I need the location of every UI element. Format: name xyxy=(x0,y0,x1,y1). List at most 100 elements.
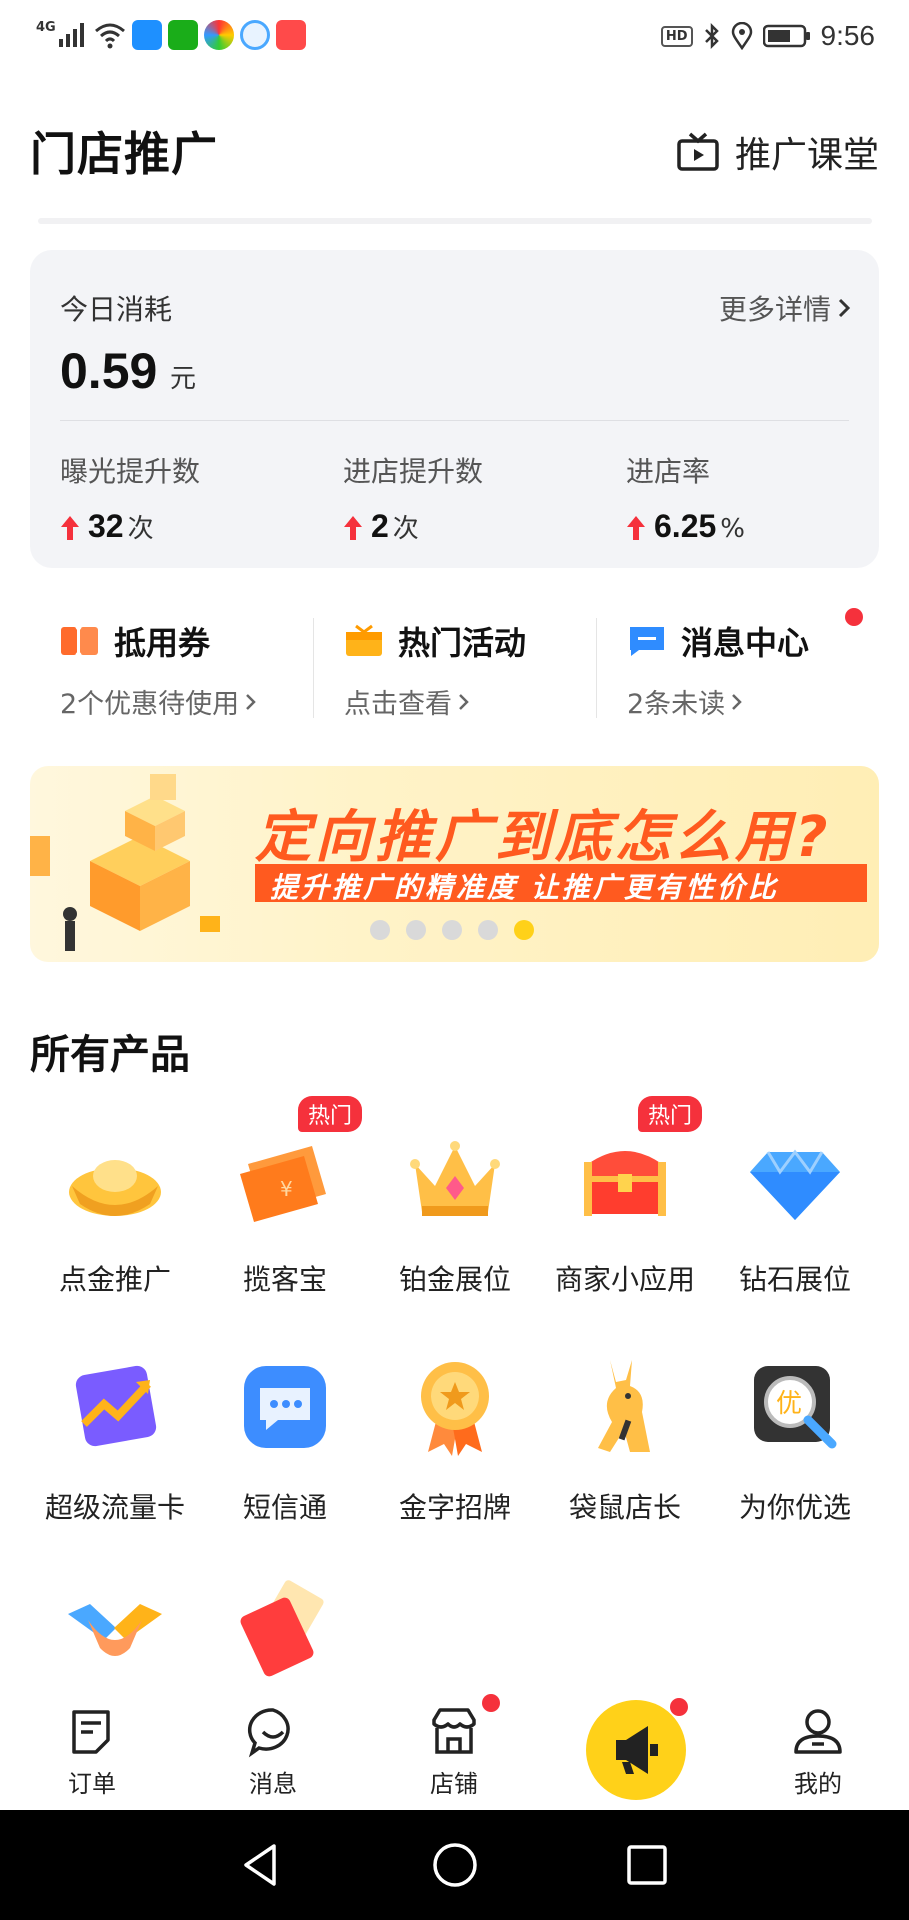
tab-label: 订单 xyxy=(68,1770,116,1798)
product-label: 为你优选 xyxy=(738,1491,851,1524)
tab-mine[interactable]: 我的 xyxy=(758,1706,878,1799)
product-golden-sign[interactable]: 金字招牌 xyxy=(370,1352,540,1526)
quick-link-title: 抵用券 xyxy=(114,624,211,662)
product-label: 商家小应用 xyxy=(554,1263,695,1296)
quick-link-subtitle: 2条未读 xyxy=(627,689,726,720)
promo-banner[interactable]: 定向推广到底怎么用? 提升推广的精准度 让推广更有性价比 xyxy=(30,766,879,962)
notification-dot xyxy=(670,1698,688,1716)
hot-badge: 热门 xyxy=(298,1096,363,1132)
carousel-dot-active[interactable] xyxy=(514,920,534,940)
more-details-link[interactable]: 更多详情 xyxy=(719,288,851,328)
product-partnership[interactable] xyxy=(30,1574,200,1684)
product-sms[interactable]: 短信通 xyxy=(200,1352,370,1526)
app-notification-icon xyxy=(239,20,270,50)
stats-divider xyxy=(60,420,849,421)
profile-icon xyxy=(794,1709,842,1754)
arrow-up-icon xyxy=(344,516,362,540)
message-smile-icon xyxy=(247,1708,290,1758)
wifi-icon xyxy=(94,23,125,49)
back-icon[interactable] xyxy=(236,1840,286,1890)
chat-bubble-icon xyxy=(244,1366,326,1448)
metric-store-visits: 进店提升数 2 次 xyxy=(343,450,483,545)
all-products-title: 所有产品 xyxy=(30,1032,190,1078)
megaphone-icon xyxy=(616,1726,658,1774)
quick-links: 抵用券 2个优惠待使用 热门活动 点击查看 消息中心 2条未读 xyxy=(30,608,879,720)
app-notification-icon xyxy=(203,20,234,50)
classroom-label: 推广课堂 xyxy=(734,135,879,176)
product-super-traffic-card[interactable]: 超级流量卡 xyxy=(30,1352,200,1526)
isometric-boxes-illustration xyxy=(30,774,220,951)
order-icon xyxy=(72,1710,110,1754)
today-spend-label: 今日消耗 xyxy=(60,293,173,326)
product-label: 揽客宝 xyxy=(242,1263,327,1296)
metric-label: 进店提升数 xyxy=(343,455,484,488)
quick-link-hot-activities[interactable]: 热门活动 点击查看 xyxy=(313,618,596,720)
product-mini-app[interactable]: 热门 商家小应用 xyxy=(540,1096,710,1298)
metric-label: 进店率 xyxy=(626,455,711,488)
bottom-tab-bar: 订单 消息 店铺 我的 xyxy=(0,1680,909,1810)
carousel-dot[interactable] xyxy=(406,920,426,940)
product-lankebao[interactable]: ¥ 热门 揽客宝 xyxy=(200,1096,370,1298)
carousel-dot[interactable] xyxy=(478,920,498,940)
carousel-dot[interactable] xyxy=(370,920,390,940)
quick-link-title: 消息中心 xyxy=(681,624,810,662)
header-divider xyxy=(38,218,872,224)
battery-icon xyxy=(762,24,810,48)
carousel-dots xyxy=(370,920,534,940)
status-bar: 4G HD 9:56 xyxy=(0,0,909,76)
product-label: 钻石展位 xyxy=(738,1263,851,1296)
product-zuanshi[interactable]: 钻石展位 xyxy=(710,1124,880,1298)
tab-label: 我的 xyxy=(794,1770,842,1798)
bluetooth-icon xyxy=(704,22,719,50)
quick-link-subtitle: 点击查看 xyxy=(344,689,452,720)
metric-exposure: 曝光提升数 32 次 xyxy=(60,450,200,545)
chevron-right-icon xyxy=(246,693,256,710)
page-title: 门店推广 xyxy=(30,127,218,181)
stats-card: 今日消耗 更多详情 0.59 元 曝光提升数 32 次 进店提升数 2 次 进店… xyxy=(30,250,879,568)
tab-store[interactable]: 店铺 xyxy=(394,1694,514,1799)
metric-visit-rate: 进店率 6.25 % xyxy=(626,450,745,545)
more-details-label: 更多详情 xyxy=(718,293,831,326)
metric-value: 6.25 xyxy=(654,508,717,544)
product-red-envelope[interactable] xyxy=(200,1574,370,1684)
tab-label: 店铺 xyxy=(430,1770,478,1798)
product-dianjin[interactable]: 点金推广 xyxy=(30,1124,200,1298)
treasure-chest-icon xyxy=(584,1151,666,1216)
metric-unit: 次 xyxy=(392,514,419,544)
quick-link-coupons[interactable]: 抵用券 2个优惠待使用 xyxy=(30,618,313,720)
product-label: 袋鼠店长 xyxy=(568,1491,681,1524)
app-notification-icon xyxy=(131,20,162,50)
product-curated-for-you[interactable]: 优 为你优选 xyxy=(710,1352,880,1526)
magnifier-icon: 优 xyxy=(754,1366,837,1449)
product-bojin[interactable]: 铂金展位 xyxy=(370,1124,540,1298)
system-nav-bar xyxy=(0,1810,909,1920)
product-label: 短信通 xyxy=(242,1491,327,1524)
message-icon xyxy=(630,627,664,656)
arrow-up-icon xyxy=(627,516,645,540)
product-kangaroo-manager[interactable]: 袋鼠店长 xyxy=(540,1352,710,1526)
tab-messages[interactable]: 消息 xyxy=(213,1706,333,1799)
quick-link-message-center[interactable]: 消息中心 2条未读 xyxy=(596,608,879,720)
kangaroo-icon xyxy=(598,1360,650,1452)
tab-label: 消息 xyxy=(249,1770,297,1798)
recents-icon[interactable] xyxy=(622,1840,672,1890)
metric-unit: 次 xyxy=(127,514,154,544)
carousel-dot[interactable] xyxy=(442,920,462,940)
tab-orders[interactable]: 订单 xyxy=(32,1706,152,1799)
product-label: 铂金展位 xyxy=(398,1263,511,1296)
hd-indicator: HD xyxy=(660,25,693,47)
trend-card-icon xyxy=(75,1365,157,1447)
clock: 9:56 xyxy=(820,20,876,51)
location-icon xyxy=(731,22,752,50)
banner-title: 定向推广到底怎么用? xyxy=(255,805,832,870)
promotion-classroom-button[interactable]: 推广课堂 xyxy=(677,126,879,178)
notification-dot xyxy=(482,1694,500,1712)
svg-text:¥: ¥ xyxy=(280,1177,293,1201)
network-type: 4G xyxy=(36,19,56,35)
metric-value: 32 xyxy=(88,508,124,544)
medal-icon xyxy=(421,1362,489,1456)
store-icon xyxy=(432,1708,476,1754)
home-icon[interactable] xyxy=(430,1840,480,1890)
chevron-right-icon xyxy=(838,298,851,318)
tab-promotion[interactable] xyxy=(586,1698,688,1800)
